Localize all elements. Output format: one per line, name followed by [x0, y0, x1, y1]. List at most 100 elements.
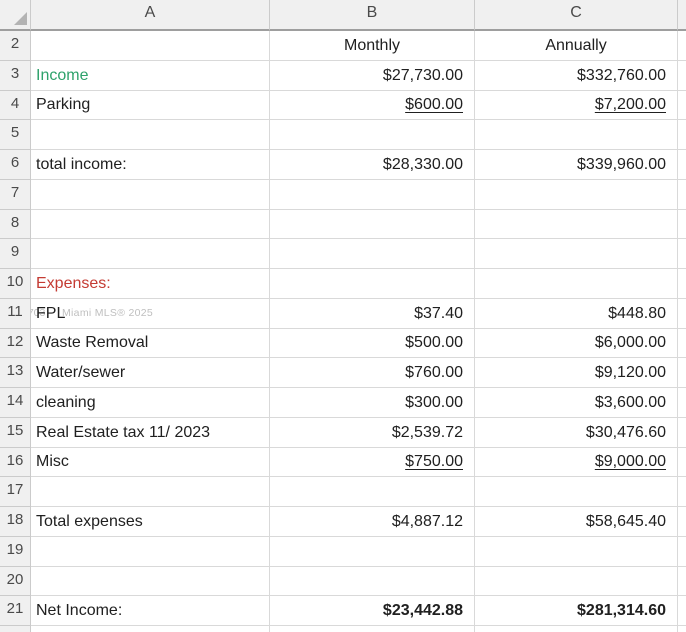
cell-C9[interactable] — [475, 239, 678, 269]
cell-B19[interactable] — [270, 537, 475, 567]
row-header-19[interactable]: 19 — [0, 537, 31, 567]
cell-B7[interactable] — [270, 180, 475, 210]
row-header-10[interactable]: 10 — [0, 269, 31, 299]
cell-D21-partial[interactable] — [678, 596, 686, 626]
row-header-5[interactable]: 5 — [0, 120, 31, 150]
cell-A18[interactable]: Total expenses — [31, 507, 270, 537]
cell-C14[interactable]: $3,600.00 — [475, 388, 678, 418]
row-header-12[interactable]: 12 — [0, 329, 31, 359]
cell-B10[interactable] — [270, 269, 475, 299]
cell-D2-partial[interactable] — [678, 31, 686, 61]
cell-A17[interactable] — [31, 477, 270, 507]
cell-C7[interactable] — [475, 180, 678, 210]
cell-A4[interactable]: Parking — [31, 91, 270, 121]
cell-C19[interactable] — [475, 537, 678, 567]
cell-A11[interactable]: FPL — [31, 299, 270, 329]
cell-A19[interactable] — [31, 537, 270, 567]
cell-A8[interactable] — [31, 210, 270, 240]
row-header-18[interactable]: 18 — [0, 507, 31, 537]
cell-B8[interactable] — [270, 210, 475, 240]
cell-B9[interactable] — [270, 239, 475, 269]
cell-C16[interactable]: $9,000.00 — [475, 448, 678, 478]
cell-B13[interactable]: $760.00 — [270, 358, 475, 388]
cell-A9[interactable] — [31, 239, 270, 269]
cell-B5[interactable] — [270, 120, 475, 150]
cell-D3-partial[interactable] — [678, 61, 686, 91]
cell-C11[interactable]: $448.80 — [475, 299, 678, 329]
cell-A14[interactable]: cleaning — [31, 388, 270, 418]
cell-D6-partial[interactable] — [678, 150, 686, 180]
row-header-22[interactable]: 22 — [0, 626, 31, 632]
cell-A10[interactable]: Expenses: — [31, 269, 270, 299]
cell-A22[interactable] — [31, 626, 270, 632]
cell-C6[interactable]: $339,960.00 — [475, 150, 678, 180]
cell-C4[interactable]: $7,200.00 — [475, 91, 678, 121]
cell-C3[interactable]: $332,760.00 — [475, 61, 678, 91]
cell-B12[interactable]: $500.00 — [270, 329, 475, 359]
cell-D13-partial[interactable] — [678, 358, 686, 388]
cell-A12[interactable]: Waste Removal — [31, 329, 270, 359]
cell-B11[interactable]: $37.40 — [270, 299, 475, 329]
row-header-14[interactable]: 14 — [0, 388, 31, 418]
cell-A6[interactable]: total income: — [31, 150, 270, 180]
row-header-15[interactable]: 15 — [0, 418, 31, 448]
cell-C22[interactable] — [475, 626, 678, 632]
cell-D5-partial[interactable] — [678, 120, 686, 150]
cell-A16[interactable]: Misc — [31, 448, 270, 478]
cell-B4[interactable]: $600.00 — [270, 91, 475, 121]
cell-B18[interactable]: $4,887.12 — [270, 507, 475, 537]
cell-D12-partial[interactable] — [678, 329, 686, 359]
row-header-21[interactable]: 21 — [0, 596, 31, 626]
cell-C21[interactable]: $281,314.60 — [475, 596, 678, 626]
cell-B15[interactable]: $2,539.72 — [270, 418, 475, 448]
cell-A15[interactable]: Real Estate tax 11/ 2023 — [31, 418, 270, 448]
row-header-7[interactable]: 7 — [0, 180, 31, 210]
cell-C18[interactable]: $58,645.40 — [475, 507, 678, 537]
cell-B6[interactable]: $28,330.00 — [270, 150, 475, 180]
cell-A2[interactable] — [31, 31, 270, 61]
cell-B16[interactable]: $750.00 — [270, 448, 475, 478]
cell-C13[interactable]: $9,120.00 — [475, 358, 678, 388]
cell-A7[interactable] — [31, 180, 270, 210]
cell-A3[interactable]: Income — [31, 61, 270, 91]
row-header-2[interactable]: 2 — [0, 31, 31, 61]
cell-D15-partial[interactable] — [678, 418, 686, 448]
row-header-8[interactable]: 8 — [0, 210, 31, 240]
cell-D8-partial[interactable] — [678, 210, 686, 240]
cell-B2[interactable]: Monthly — [270, 31, 475, 61]
cell-B20[interactable] — [270, 567, 475, 597]
row-header-13[interactable]: 13 — [0, 358, 31, 388]
cell-D22-partial[interactable] — [678, 626, 686, 632]
cell-D7-partial[interactable] — [678, 180, 686, 210]
cell-D19-partial[interactable] — [678, 537, 686, 567]
cell-D16-partial[interactable] — [678, 448, 686, 478]
cell-A5[interactable] — [31, 120, 270, 150]
cell-C8[interactable] — [475, 210, 678, 240]
cell-D10-partial[interactable] — [678, 269, 686, 299]
row-header-16[interactable]: 16 — [0, 448, 31, 478]
cell-D20-partial[interactable] — [678, 567, 686, 597]
cell-C12[interactable]: $6,000.00 — [475, 329, 678, 359]
cell-D4-partial[interactable] — [678, 91, 686, 121]
column-header-C[interactable]: C — [475, 0, 678, 31]
cell-B22[interactable] — [270, 626, 475, 632]
cell-D14-partial[interactable] — [678, 388, 686, 418]
cell-D9-partial[interactable] — [678, 239, 686, 269]
cell-B3[interactable]: $27,730.00 — [270, 61, 475, 91]
cell-A13[interactable]: Water/sewer — [31, 358, 270, 388]
cell-B21[interactable]: $23,442.88 — [270, 596, 475, 626]
column-header-B[interactable]: B — [270, 0, 475, 31]
select-all-corner[interactable] — [0, 0, 31, 31]
cell-B14[interactable]: $300.00 — [270, 388, 475, 418]
cell-A21[interactable]: Net Income: — [31, 596, 270, 626]
row-header-6[interactable]: 6 — [0, 150, 31, 180]
cell-D18-partial[interactable] — [678, 507, 686, 537]
column-header-A[interactable]: A — [31, 0, 270, 31]
cell-C17[interactable] — [475, 477, 678, 507]
cell-D11-partial[interactable] — [678, 299, 686, 329]
cell-C5[interactable] — [475, 120, 678, 150]
row-header-3[interactable]: 3 — [0, 61, 31, 91]
cell-A20[interactable] — [31, 567, 270, 597]
row-header-4[interactable]: 4 — [0, 91, 31, 121]
cell-C20[interactable] — [475, 567, 678, 597]
